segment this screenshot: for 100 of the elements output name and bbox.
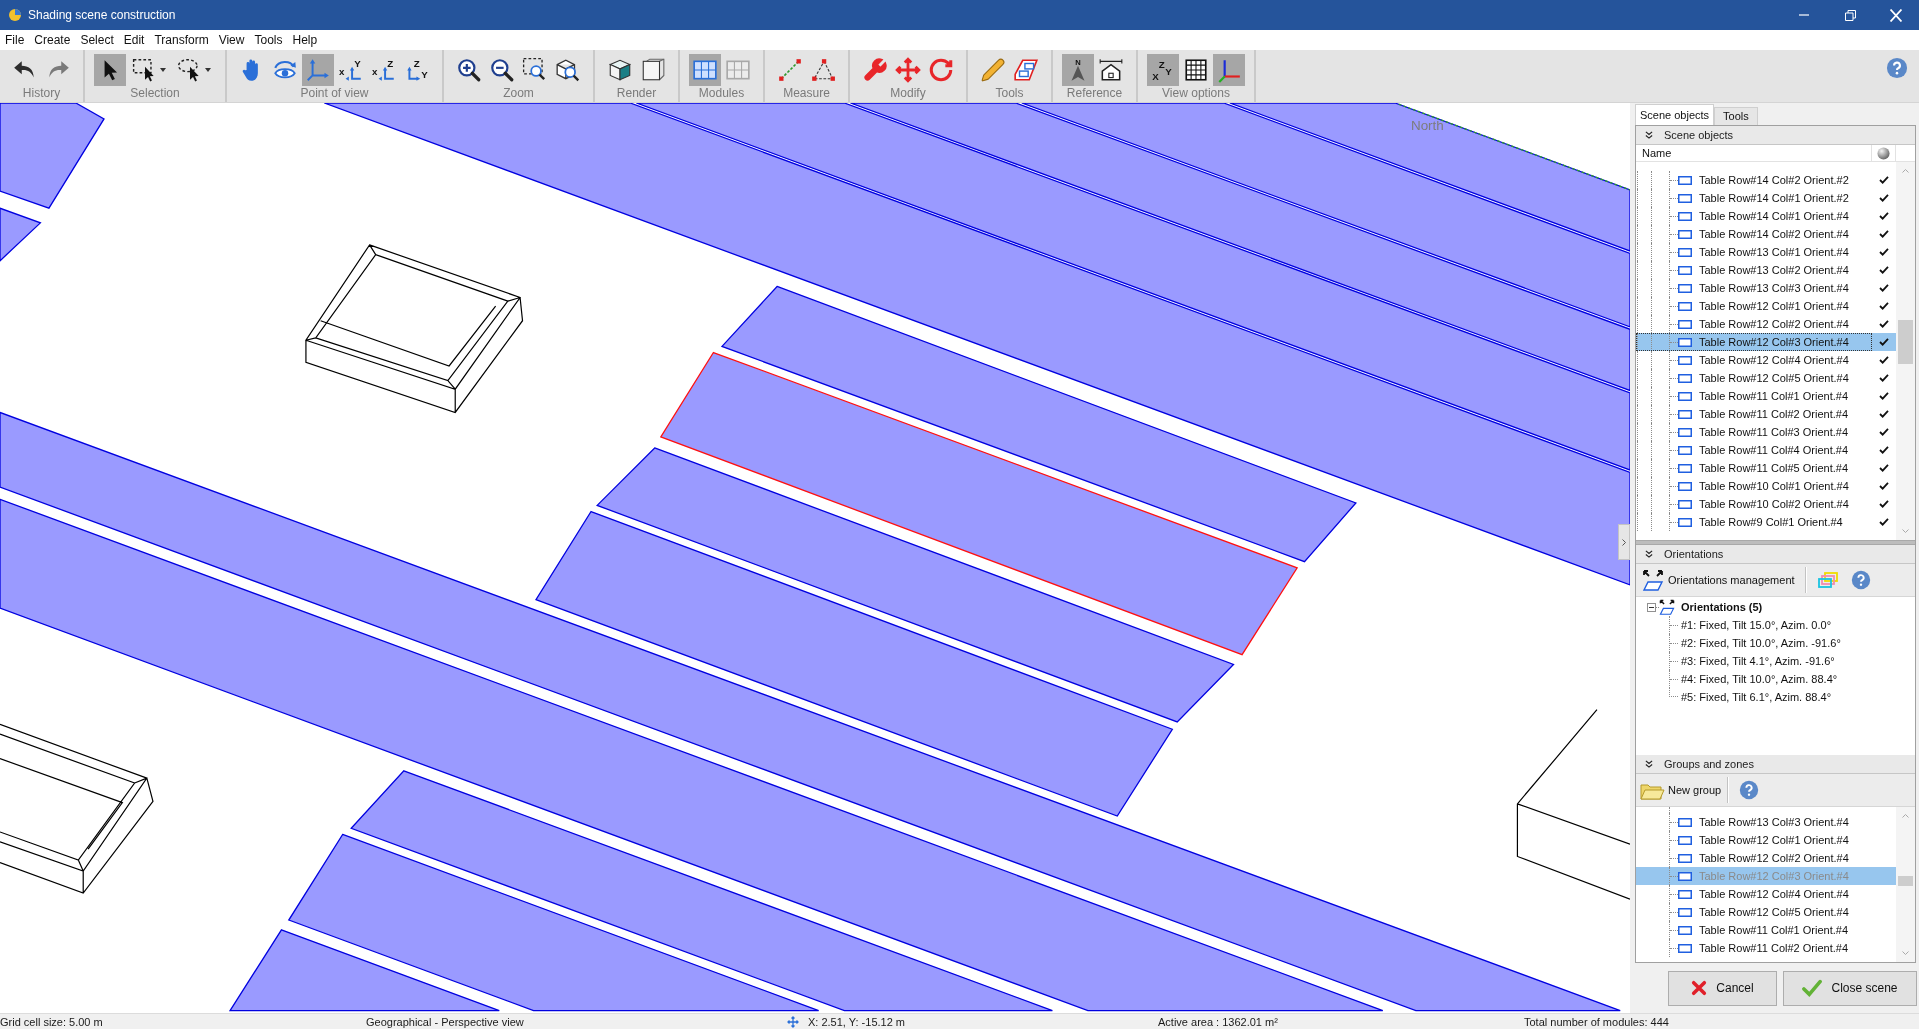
menu-item[interactable]: File: [0, 30, 30, 50]
help-button[interactable]: [1738, 779, 1760, 801]
status-text: Geographical - Perspective view: [366, 1014, 524, 1029]
checkmark-icon[interactable]: [1879, 266, 1889, 274]
panel-tab[interactable]: Scene objects: [1635, 104, 1715, 125]
checkmark-icon[interactable]: [1879, 284, 1889, 292]
tree-item[interactable]: Table Row#12 Col#4 Orient.#4: [1636, 351, 1896, 369]
tree-item[interactable]: Table Row#9 Col#1 Orient.#4: [1636, 513, 1896, 531]
menu-item[interactable]: Create: [29, 30, 76, 50]
zoom-in-icon: [456, 57, 482, 83]
tree-item[interactable]: Table Row#11 Col#1 Orient.#4: [1636, 921, 1896, 939]
checkmark-icon[interactable]: [1879, 320, 1889, 328]
checkmark-icon[interactable]: [1879, 194, 1889, 202]
checkmark-icon[interactable]: [1879, 482, 1889, 490]
collapse-chevron-icon: [1645, 760, 1653, 768]
tree-item[interactable]: Table Row#12 Col#5 Orient.#4: [1636, 369, 1896, 387]
checkmark-icon[interactable]: [1879, 518, 1889, 526]
house-icon: [1098, 57, 1124, 83]
collapse-chevron-icon: [1645, 550, 1653, 558]
help-button[interactable]: [1850, 569, 1872, 591]
menu-item[interactable]: Transform: [149, 30, 214, 50]
tree-item[interactable]: Table Row#11 Col#1 Orient.#4: [1636, 387, 1896, 405]
tree-item[interactable]: #2: Fixed, Tilt 10.0°, Azim. -91.6°: [1681, 634, 1841, 652]
menu-item[interactable]: View: [213, 30, 250, 50]
zoom-region-icon: [522, 57, 548, 83]
rectangle-icon: [1678, 889, 1692, 899]
move-arrows-icon: [895, 57, 921, 83]
tree-item[interactable]: #4: Fixed, Tilt 10.0°, Azim. 88.4°: [1681, 670, 1838, 688]
window-title: Shading scene construction: [28, 7, 176, 24]
tree-item[interactable]: Table Row#13 Col#2 Orient.#4: [1636, 261, 1896, 279]
menu-item[interactable]: Edit: [118, 30, 150, 50]
move-arrows-icon: [787, 1015, 799, 1028]
checkmark-icon[interactable]: [1879, 176, 1889, 184]
tree-item[interactable]: Table Row#11 Col#3 Orient.#4: [1636, 423, 1896, 441]
help-icon: [1738, 780, 1759, 800]
toolbar-group-label: Modules: [698, 86, 745, 100]
help-button[interactable]: [1885, 56, 1909, 80]
wrench-icon: [862, 57, 888, 83]
checkmark-icon[interactable]: [1879, 248, 1889, 256]
collapse-toggle-icon[interactable]: [1647, 602, 1656, 612]
menu-item[interactable]: Tools: [249, 30, 288, 50]
section-header[interactable]: Orientations: [1636, 545, 1915, 564]
checkmark-icon[interactable]: [1879, 392, 1889, 400]
cancel-button[interactable]: Cancel: [1668, 970, 1777, 1006]
tree-item[interactable]: Table Row#12 Col#3 Orient.#4: [1636, 333, 1896, 351]
section-header[interactable]: Scene objects: [1636, 126, 1915, 145]
checkmark-icon[interactable]: [1879, 356, 1889, 364]
checkmark-icon[interactable]: [1879, 230, 1889, 238]
checkmark-icon[interactable]: [1879, 212, 1889, 220]
rectangle-icon: [1678, 247, 1692, 257]
tree-item[interactable]: Orientations (5): [1636, 598, 1915, 616]
checkmark-icon[interactable]: [1879, 446, 1889, 454]
grid-icon: [1183, 57, 1209, 83]
tree-item[interactable]: Table Row#12 Col#1 Orient.#4: [1636, 297, 1896, 315]
tree-item[interactable]: Table Row#12 Col#1 Orient.#4: [1636, 831, 1896, 849]
tree-item[interactable]: Table Row#10 Col#1 Orient.#4: [1636, 477, 1896, 495]
tree-item[interactable]: #3: Fixed, Tilt 4.1°, Azim. -91.6°: [1681, 652, 1835, 670]
select-button[interactable]: [94, 54, 126, 86]
rectangle-icon: [1678, 517, 1692, 527]
checkmark-icon[interactable]: [1879, 464, 1889, 472]
tree-item[interactable]: Table Row#14 Col#2 Orient.#4: [1636, 225, 1896, 243]
dropdown-caret-icon[interactable]: [205, 68, 211, 72]
tree-item[interactable]: Table Row#14 Col#1 Orient.#2: [1636, 189, 1896, 207]
tree-item[interactable]: Table Row#13 Col#1 Orient.#4: [1636, 243, 1896, 261]
tree-item[interactable]: #1: Fixed, Tilt 15.0°, Azim. 0.0°: [1681, 616, 1832, 634]
rectangle-icon: [1678, 409, 1692, 419]
menu-item[interactable]: Help: [287, 30, 323, 50]
checkmark-icon[interactable]: [1879, 302, 1889, 310]
section-header[interactable]: Groups and zones: [1636, 755, 1915, 774]
close-scene-button[interactable]: Close scene: [1783, 970, 1917, 1006]
tree-item[interactable]: Table Row#11 Col#2 Orient.#4: [1636, 939, 1896, 957]
checkmark-icon[interactable]: [1879, 410, 1889, 418]
tree-item[interactable]: #5: Fixed, Tilt 6.1°, Azim. 88.4°: [1681, 688, 1832, 706]
tree-item[interactable]: Table Row#11 Col#4 Orient.#4: [1636, 441, 1896, 459]
modules-grid-button[interactable]: [689, 54, 721, 86]
checkmark-icon[interactable]: [1879, 500, 1889, 508]
checkmark-icon[interactable]: [1879, 338, 1889, 346]
menu-item[interactable]: Select: [75, 30, 119, 50]
collapse-handle[interactable]: [1618, 524, 1630, 560]
panel-tab[interactable]: Tools: [1714, 107, 1758, 125]
rectangle-icon: [1678, 925, 1692, 935]
checkmark-icon[interactable]: [1879, 428, 1889, 436]
dropdown-caret-icon[interactable]: [160, 68, 166, 72]
tree-item[interactable]: Table Row#13 Col#3 Orient.#4: [1636, 813, 1896, 831]
checkmark-icon[interactable]: [1879, 374, 1889, 382]
scrollbar-thumb[interactable]: [1898, 320, 1913, 364]
scrollbar-thumb[interactable]: [1898, 876, 1913, 886]
status-text: Active area : 1362.01 m²: [1158, 1014, 1278, 1029]
tree-item[interactable]: Table Row#11 Col#5 Orient.#4: [1636, 459, 1896, 477]
tree-item[interactable]: Table Row#14 Col#1 Orient.#4: [1636, 207, 1896, 225]
rectangle-icon: [1678, 355, 1692, 365]
tree-item[interactable]: Table Row#12 Col#4 Orient.#4: [1636, 885, 1896, 903]
axes-icon: [1216, 57, 1242, 83]
tree-item[interactable]: Table Row#13 Col#3 Orient.#4: [1636, 279, 1896, 297]
rectangle-icon: [1678, 907, 1692, 917]
tree-item[interactable]: Table Row#12 Col#5 Orient.#4: [1636, 903, 1896, 921]
tree-item[interactable]: Table Row#11 Col#2 Orient.#4: [1636, 405, 1896, 423]
tree-item[interactable]: Table Row#10 Col#2 Orient.#4: [1636, 495, 1896, 513]
tree-item[interactable]: Table Row#14 Col#2 Orient.#2: [1636, 171, 1896, 189]
toolbar-group-label: Reference: [1066, 86, 1123, 100]
